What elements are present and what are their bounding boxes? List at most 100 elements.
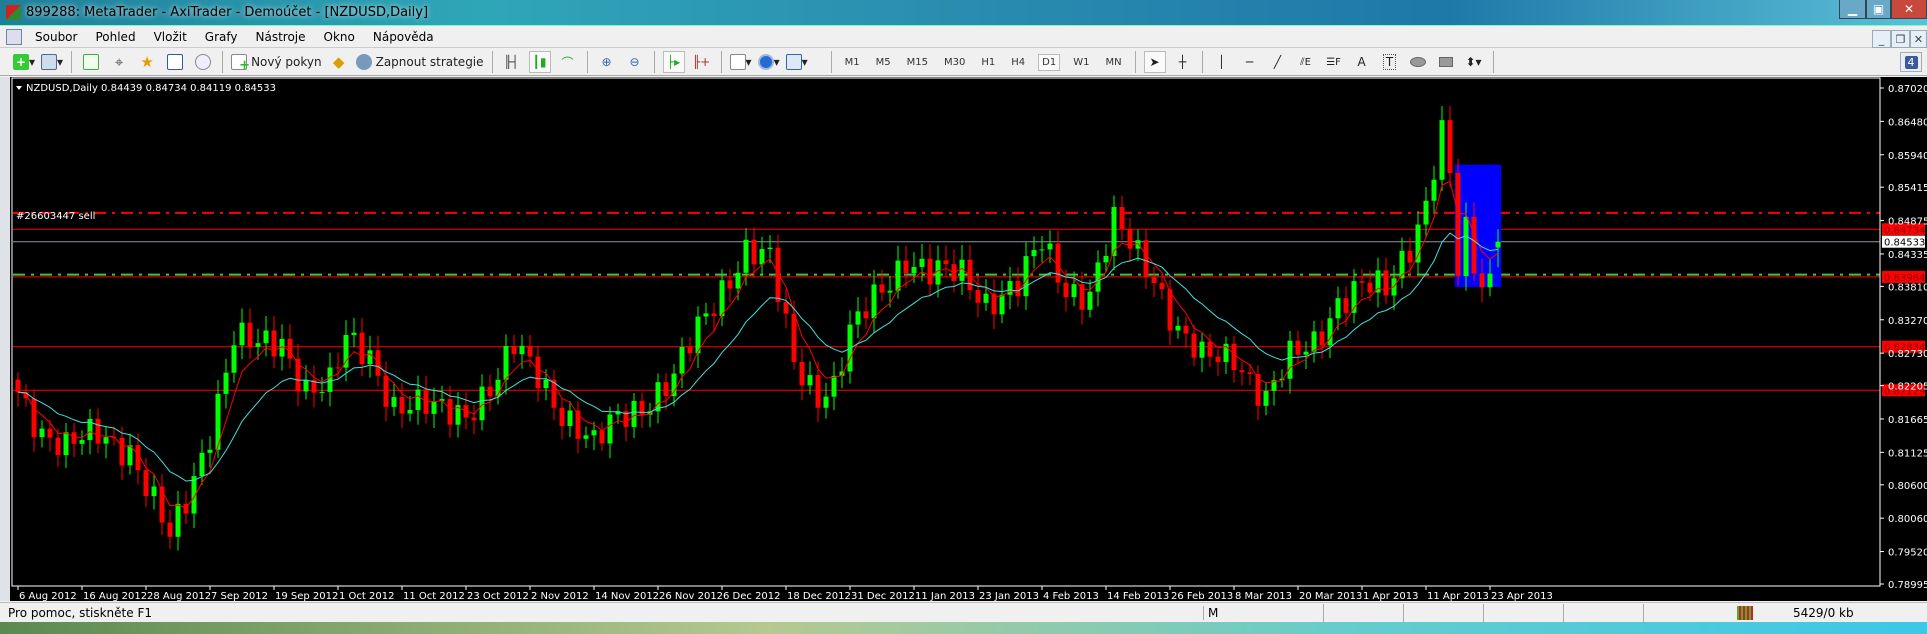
- candle-body: [319, 391, 325, 393]
- navigator-button[interactable]: ★: [136, 51, 158, 73]
- price-chart[interactable]: 0.847340.845330.839640.828340.821290.870…: [10, 77, 1927, 601]
- x-tick-label: 8 Mar 2013: [1235, 591, 1292, 601]
- candle-body: [735, 272, 741, 289]
- candlestick-chart-button[interactable]: ┃▮: [528, 51, 551, 73]
- arrows-button[interactable]: ⬍▾: [1463, 51, 1485, 73]
- candle-body: [367, 350, 373, 365]
- new-chart-button[interactable]: + ▾: [13, 51, 35, 73]
- candle-body: [63, 432, 69, 456]
- timeframe-d1[interactable]: D1: [1038, 53, 1061, 71]
- candle-body: [815, 375, 821, 408]
- x-tick-label: 26 Feb 2013: [1171, 591, 1233, 601]
- crosshair-icon: ┼: [1178, 55, 1187, 69]
- candle-body: [783, 301, 789, 314]
- candle-body: [1423, 200, 1429, 225]
- candle-body: [471, 417, 477, 421]
- y-tick-label: 0.79520: [1888, 548, 1927, 559]
- indicators-button[interactable]: ▾: [729, 51, 752, 73]
- templates-button[interactable]: ▾: [785, 51, 808, 73]
- trendline-button[interactable]: ╱: [1267, 51, 1289, 73]
- magnifier-icon: [195, 54, 212, 70]
- horizontal-line-icon: ─: [1245, 55, 1254, 69]
- menu-nastroje[interactable]: Nástroje: [247, 30, 315, 44]
- candle-body: [1263, 390, 1269, 406]
- timeframe-m15[interactable]: M15: [904, 55, 931, 70]
- fibonacci-button[interactable]: ☰F: [1323, 51, 1345, 73]
- candle-body: [895, 260, 901, 291]
- status-help: Pro pomoc, stiskněte F1: [8, 605, 152, 620]
- candle-body: [159, 486, 165, 523]
- periods-button[interactable]: ▾: [757, 51, 780, 73]
- candle-body: [751, 239, 757, 265]
- timeframe-m30[interactable]: M30: [941, 55, 968, 70]
- rectangle-button[interactable]: [1435, 51, 1457, 73]
- equidistant-channel-button[interactable]: ⫽E: [1295, 51, 1317, 73]
- notifications-button[interactable]: 4: [1900, 52, 1922, 72]
- mdi-close-button[interactable]: ✕: [1910, 30, 1927, 48]
- candle-body: [1239, 370, 1245, 373]
- candle-body: [1471, 216, 1477, 274]
- zoom-in-button[interactable]: ⊕: [596, 51, 618, 73]
- candle-body: [343, 334, 349, 368]
- terminal-button[interactable]: [164, 51, 186, 73]
- timeframe-m1[interactable]: M1: [842, 55, 863, 70]
- candle-body: [663, 382, 669, 397]
- zoom-out-button[interactable]: ⊖: [624, 51, 646, 73]
- chart-window[interactable]: 0.84734 0.84533 0.83964 0.82834 0.82129 0.870…: [0, 77, 1927, 601]
- menu-napoveda[interactable]: Nápověda: [364, 30, 443, 44]
- candle-body: [383, 375, 389, 407]
- timeframe-w1[interactable]: W1: [1070, 55, 1092, 70]
- market-watch-button[interactable]: [80, 51, 102, 73]
- candle-body: [1359, 281, 1365, 283]
- menu-okno[interactable]: Okno: [315, 30, 364, 44]
- rectangle-icon: [1438, 57, 1453, 67]
- menu-vlozit[interactable]: Vložit: [145, 30, 196, 44]
- candle-body: [1087, 291, 1093, 310]
- candle-body: [743, 239, 749, 273]
- text-label-button[interactable]: T: [1379, 51, 1401, 73]
- candle-body: [1103, 255, 1109, 263]
- menu-grafy[interactable]: Grafy: [196, 30, 247, 44]
- ellipse-button[interactable]: [1407, 51, 1429, 73]
- horizontal-line-button[interactable]: ─: [1239, 51, 1261, 73]
- menu-pohled[interactable]: Pohled: [86, 30, 144, 44]
- new-order-button[interactable]: + Nový pokyn: [231, 51, 322, 73]
- crosshair-tool-button[interactable]: ┼: [1172, 51, 1194, 73]
- timeframe-h4[interactable]: H4: [1008, 55, 1028, 70]
- candle-body: [1287, 340, 1293, 379]
- candle-body: [599, 430, 605, 444]
- bar-chart-button[interactable]: ╟┤: [501, 51, 523, 73]
- toggle-strategies-button[interactable]: Zapnout strategie: [355, 51, 484, 73]
- mdi-restore-button[interactable]: ❐: [1891, 30, 1910, 48]
- text-button[interactable]: A: [1351, 51, 1373, 73]
- candle-body: [1247, 372, 1253, 375]
- timeframe-h1[interactable]: H1: [978, 55, 998, 70]
- candle-body: [1415, 224, 1421, 263]
- timeframe-m5[interactable]: M5: [873, 55, 894, 70]
- x-tick-label: 18 Dec 2012: [787, 591, 851, 601]
- menu-soubor[interactable]: Soubor: [26, 30, 86, 44]
- symbol-dropdown-icon[interactable]: [16, 86, 22, 90]
- strategy-tester-button[interactable]: [192, 51, 214, 73]
- timeframe-mn[interactable]: MN: [1102, 55, 1124, 70]
- mdi-minimize-button[interactable]: _: [1872, 30, 1891, 48]
- title-bar: 899288: MetaTrader - AxiTrader - Demoúče…: [0, 0, 1927, 26]
- data-window-button[interactable]: ⌖: [108, 51, 130, 73]
- profiles-button[interactable]: ▾: [41, 51, 63, 73]
- close-window-button[interactable]: ✕: [1891, 0, 1927, 19]
- candle-body: [1095, 262, 1101, 292]
- minimize-window-button[interactable]: ▁: [1839, 0, 1866, 19]
- chart-shift-button[interactable]: ╟+: [691, 51, 713, 73]
- line-chart-button[interactable]: ⌒: [557, 51, 579, 73]
- cursor-tool-button[interactable]: ➤: [1143, 51, 1166, 73]
- autoscroll-button[interactable]: ├▸: [662, 51, 685, 73]
- alert-button[interactable]: ◆: [328, 51, 350, 73]
- maximize-window-button[interactable]: ▣: [1866, 0, 1891, 19]
- candle-body: [919, 258, 925, 267]
- warning-icon: ◆: [332, 53, 345, 71]
- vertical-line-button[interactable]: │: [1211, 51, 1233, 73]
- candle-body: [1191, 333, 1197, 358]
- y-tick-label: 0.84335: [1888, 250, 1927, 261]
- text-label-icon: T: [1382, 54, 1397, 70]
- chart-window-icon[interactable]: [6, 28, 22, 45]
